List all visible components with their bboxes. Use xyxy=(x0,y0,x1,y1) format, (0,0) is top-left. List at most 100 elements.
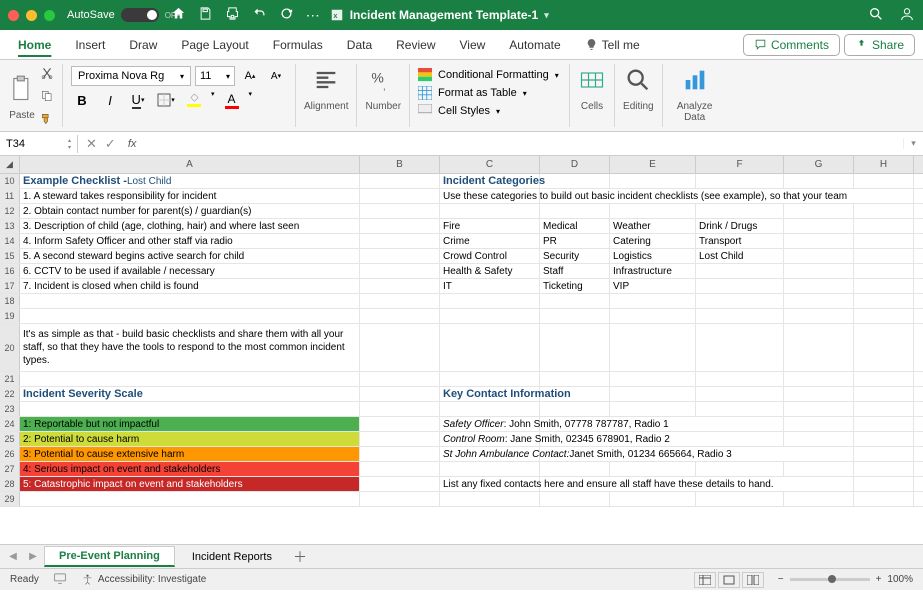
font-name-select[interactable]: Proxima Nova Rg▾ xyxy=(71,66,191,86)
next-sheet-icon[interactable]: ▶ xyxy=(24,551,42,562)
tab-formulas[interactable]: Formulas xyxy=(263,33,333,57)
tab-data[interactable]: Data xyxy=(337,33,382,57)
spreadsheet-grid[interactable]: ◢ A B C D E F G H 10 Example Checklist -… xyxy=(0,156,923,544)
tab-tell-me[interactable]: Tell me xyxy=(575,33,650,57)
format-painter-icon[interactable] xyxy=(40,112,54,129)
tab-draw[interactable]: Draw xyxy=(119,33,167,57)
document-title[interactable]: x Incident Management Template-1 ▾ xyxy=(330,8,549,22)
copy-icon[interactable] xyxy=(40,89,54,106)
zoom-slider[interactable] xyxy=(790,578,870,581)
status-bar: Ready Accessibility: Investigate − + 100… xyxy=(0,568,923,590)
italic-button[interactable]: I xyxy=(99,90,121,110)
add-sheet-button[interactable]: ＋ xyxy=(289,547,311,567)
more-icon[interactable]: ⋯ xyxy=(306,7,320,24)
refresh-icon[interactable] xyxy=(279,6,294,24)
format-as-table-button[interactable]: Format as Table▾ xyxy=(418,84,561,102)
increase-font-icon[interactable]: A▴ xyxy=(239,66,261,86)
autosave-toggle[interactable]: AutoSave OFF xyxy=(67,8,159,22)
tab-page-layout[interactable]: Page Layout xyxy=(171,33,258,57)
decrease-font-icon[interactable]: A▾ xyxy=(265,66,287,86)
autosave-label: AutoSave xyxy=(67,9,115,21)
group-clipboard: Paste xyxy=(0,64,63,127)
analyze-data-icon[interactable] xyxy=(681,66,709,97)
formula-expand-icon[interactable]: ▾ xyxy=(903,138,923,149)
cell[interactable]: Example Checklist - Lost Child xyxy=(20,174,360,188)
status-ready: Ready xyxy=(10,574,39,585)
bold-button[interactable]: B xyxy=(71,90,93,110)
sheet-tab-pre-event[interactable]: Pre-Event Planning xyxy=(44,546,175,567)
tab-insert[interactable]: Insert xyxy=(65,33,115,57)
zoom-out-button[interactable]: − xyxy=(778,574,784,585)
name-box[interactable]: T34▴▾ xyxy=(0,135,78,153)
tab-view[interactable]: View xyxy=(450,33,496,57)
alignment-icon[interactable] xyxy=(312,66,340,97)
number-format-icon[interactable]: %, xyxy=(369,66,397,97)
col-header-a[interactable]: A xyxy=(20,156,360,173)
titlebar: AutoSave OFF ⋯ x Incident Management Tem… xyxy=(0,0,923,30)
cell[interactable] xyxy=(360,174,440,188)
fx-label[interactable]: fx xyxy=(124,138,141,150)
font-size-select[interactable]: 11▾ xyxy=(195,66,235,86)
tab-automate[interactable]: Automate xyxy=(499,33,570,57)
normal-view-button[interactable] xyxy=(694,572,716,588)
group-font: Proxima Nova Rg▾ 11▾ A▴ A▾ B I U ▾ ▾ ▾ A… xyxy=(63,64,296,127)
comments-button[interactable]: Comments xyxy=(743,34,840,56)
conditional-formatting-button[interactable]: Conditional Formatting▾ xyxy=(418,66,561,84)
minimize-window[interactable] xyxy=(26,10,37,21)
tab-home[interactable]: Home xyxy=(8,33,61,57)
maximize-window[interactable] xyxy=(44,10,55,21)
close-window[interactable] xyxy=(8,10,19,21)
col-header-b[interactable]: B xyxy=(360,156,440,173)
cell[interactable]: Use these categories to build out basic … xyxy=(440,189,540,203)
col-header-h[interactable]: H xyxy=(854,156,914,173)
cell-styles-button[interactable]: Cell Styles▾ xyxy=(418,102,561,120)
col-header-g[interactable]: G xyxy=(784,156,854,173)
cells-icon[interactable] xyxy=(578,66,606,97)
editing-icon[interactable] xyxy=(624,66,652,97)
page-break-view-button[interactable] xyxy=(742,572,764,588)
group-number: %, Number xyxy=(357,64,410,127)
paste-icon[interactable] xyxy=(8,75,36,106)
col-header-f[interactable]: F xyxy=(696,156,784,173)
zoom-level[interactable]: 100% xyxy=(887,574,913,585)
select-all-corner[interactable]: ◢ xyxy=(0,156,20,173)
share-button[interactable]: Share xyxy=(844,34,915,56)
borders-button[interactable]: ▾ xyxy=(155,90,177,110)
window-controls xyxy=(8,10,55,21)
col-header-e[interactable]: E xyxy=(610,156,696,173)
row-header[interactable]: 10 xyxy=(0,174,20,188)
zoom-in-button[interactable]: + xyxy=(876,574,882,585)
undo-icon[interactable] xyxy=(252,6,267,24)
chevron-down-icon[interactable]: ▾ xyxy=(544,10,549,21)
display-settings-icon[interactable] xyxy=(53,571,67,588)
cell[interactable]: Incident Categories xyxy=(440,174,540,188)
comment-icon xyxy=(754,38,767,51)
print-icon[interactable] xyxy=(225,6,240,24)
col-header-c[interactable]: C xyxy=(440,156,540,173)
cancel-edit-icon[interactable]: ✕ xyxy=(86,136,97,152)
home-icon[interactable] xyxy=(171,6,186,24)
grid-row: 10 Example Checklist - Lost Child Incide… xyxy=(0,174,923,189)
col-header-d[interactable]: D xyxy=(540,156,610,173)
svg-text:%: % xyxy=(372,69,384,85)
account-icon[interactable] xyxy=(887,13,915,25)
cell[interactable]: 1. A steward takes responsibility for in… xyxy=(20,189,360,203)
font-color-button[interactable]: A xyxy=(221,90,243,110)
underline-button[interactable]: U ▾ xyxy=(127,90,149,110)
ribbon: Paste Proxima Nova Rg▾ 11▾ A▴ A▾ B I U ▾… xyxy=(0,60,923,132)
fill-color-button[interactable] xyxy=(183,90,205,110)
accessibility-status[interactable]: Accessibility: Investigate xyxy=(81,573,206,586)
formula-bar: T34▴▾ ✕ ✓ fx ▾ xyxy=(0,132,923,156)
svg-text:x: x xyxy=(333,13,337,20)
sheet-tab-incident-reports[interactable]: Incident Reports xyxy=(177,547,287,567)
confirm-edit-icon[interactable]: ✓ xyxy=(105,136,116,152)
save-icon[interactable] xyxy=(198,6,213,24)
group-analyze: Analyze Data xyxy=(663,64,727,127)
cut-icon[interactable] xyxy=(40,66,54,83)
page-layout-view-button[interactable] xyxy=(718,572,740,588)
search-icon[interactable] xyxy=(856,13,884,25)
view-mode-buttons xyxy=(694,572,764,588)
prev-sheet-icon[interactable]: ◀ xyxy=(4,551,22,562)
tab-review[interactable]: Review xyxy=(386,33,445,57)
title-right xyxy=(856,6,915,25)
